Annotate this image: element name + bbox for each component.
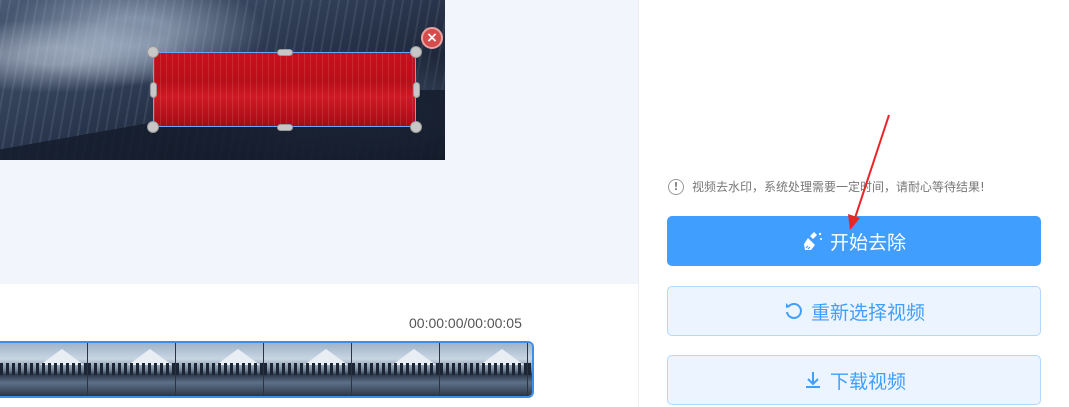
timeline-filmstrip[interactable] — [0, 341, 534, 398]
processing-notice: ! 视频去水印，系统处理需要一定时间，请耐心等待结果! — [668, 178, 985, 195]
reselect-video-label: 重新选择视频 — [810, 301, 925, 324]
download-video-button[interactable]: 下载视频 — [667, 355, 1041, 405]
refresh-icon — [783, 300, 805, 322]
resize-handle-bottom[interactable] — [277, 124, 293, 131]
timeline-frame — [264, 343, 352, 396]
timeline-frame — [88, 343, 176, 396]
start-remove-label: 开始去除 — [829, 231, 906, 254]
timecode: 00:00:00/00:00:05 — [409, 315, 522, 331]
resize-handle-top[interactable] — [277, 49, 293, 56]
frame-trees — [264, 363, 351, 375]
timeline-frame — [528, 343, 532, 396]
download-icon — [802, 369, 824, 391]
close-icon[interactable]: × — [421, 27, 443, 49]
resize-handle-top-left[interactable] — [147, 46, 159, 58]
start-remove-button[interactable]: 开始去除 — [667, 216, 1041, 266]
broom-icon — [802, 230, 824, 252]
editor-area: × — [0, 0, 638, 284]
watermark-selection-box[interactable] — [153, 52, 416, 127]
frame-trees — [0, 363, 87, 375]
timeline-frame — [440, 343, 528, 396]
timeline-frame — [352, 343, 440, 396]
resize-handle-left[interactable] — [150, 82, 157, 98]
frame-trees — [176, 363, 263, 375]
action-panel — [638, 0, 1069, 407]
notice-text: 视频去水印，系统处理需要一定时间，请耐心等待结果! — [692, 180, 985, 194]
frame-trees — [88, 363, 175, 375]
timeline-frame — [176, 343, 264, 396]
resize-handle-right[interactable] — [413, 82, 420, 98]
frame-trees — [352, 363, 439, 375]
resize-handle-bottom-right[interactable] — [410, 121, 422, 133]
timeline-frame — [0, 343, 88, 396]
frame-trees — [440, 363, 527, 375]
reselect-video-button[interactable]: 重新选择视频 — [667, 286, 1041, 336]
info-circle-icon: ! — [668, 178, 684, 195]
frame-trees — [528, 363, 532, 375]
download-video-label: 下载视频 — [829, 370, 906, 393]
resize-handle-top-right[interactable] — [410, 46, 422, 58]
resize-handle-bottom-left[interactable] — [147, 121, 159, 133]
